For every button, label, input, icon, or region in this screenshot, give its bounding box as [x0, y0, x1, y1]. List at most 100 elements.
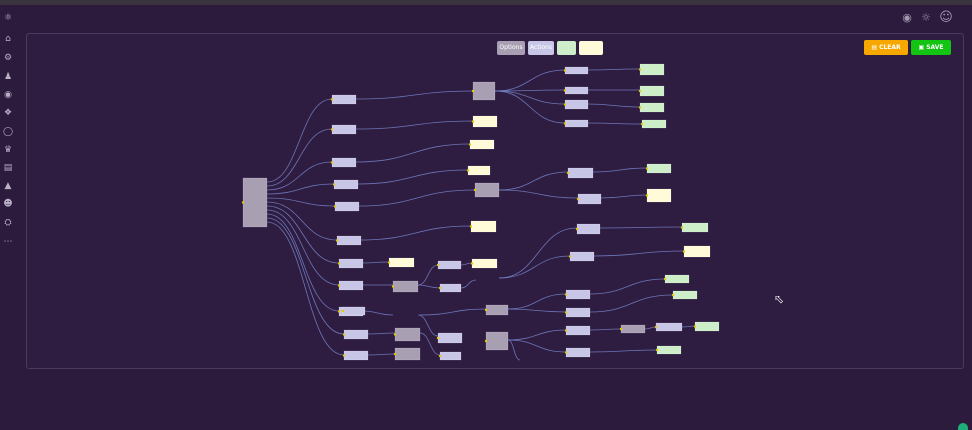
node-handle[interactable] — [663, 277, 667, 281]
action-node[interactable] — [331, 157, 357, 168]
node-handle[interactable] — [471, 120, 475, 123]
action-node[interactable] — [577, 193, 602, 205]
option-node[interactable] — [620, 324, 646, 334]
action-node[interactable] — [565, 325, 591, 336]
action-node[interactable] — [655, 322, 683, 332]
action-node[interactable] — [569, 251, 595, 262]
node-handle[interactable] — [563, 122, 567, 125]
node-handle[interactable] — [568, 255, 572, 258]
action-node[interactable] — [343, 350, 369, 361]
action-node[interactable] — [439, 351, 462, 361]
node-handle[interactable] — [655, 348, 659, 352]
message-node[interactable] — [683, 245, 711, 258]
node-handle[interactable] — [484, 339, 488, 343]
assistant-badge[interactable] — [958, 423, 968, 430]
result-node[interactable] — [646, 163, 672, 174]
node-handle[interactable] — [468, 143, 472, 146]
option-node[interactable] — [474, 182, 500, 198]
action-node[interactable] — [338, 280, 364, 291]
node-handle[interactable] — [330, 98, 334, 101]
node-handle[interactable] — [469, 225, 473, 228]
node-handle[interactable] — [470, 262, 474, 265]
node-handle[interactable] — [563, 69, 567, 72]
node-handle[interactable] — [341, 309, 345, 313]
node-handle[interactable] — [680, 226, 684, 229]
node-handle[interactable] — [575, 227, 579, 231]
node-handle[interactable] — [333, 205, 337, 208]
action-node[interactable] — [565, 347, 591, 358]
node-handle[interactable] — [330, 161, 334, 164]
root-node[interactable] — [242, 177, 268, 228]
message-node[interactable] — [472, 115, 498, 128]
option-node[interactable] — [392, 280, 419, 293]
node-handle[interactable] — [241, 201, 245, 204]
result-node[interactable] — [681, 222, 709, 233]
node-handle[interactable] — [337, 310, 341, 313]
action-node[interactable] — [437, 260, 462, 270]
node-handle[interactable] — [566, 171, 570, 175]
node-handle[interactable] — [564, 311, 568, 314]
node-handle[interactable] — [387, 261, 391, 264]
action-node[interactable] — [576, 223, 601, 235]
node-handle[interactable] — [619, 327, 623, 331]
node-handle[interactable] — [391, 285, 395, 288]
node-handle[interactable] — [436, 336, 440, 340]
action-node[interactable] — [567, 167, 594, 179]
result-node[interactable] — [639, 102, 665, 113]
node-handle[interactable] — [466, 169, 470, 172]
node-handle[interactable] — [638, 106, 642, 109]
action-node[interactable] — [565, 307, 591, 318]
node-handle[interactable] — [645, 167, 649, 170]
node-handle[interactable] — [342, 354, 346, 357]
message-node[interactable] — [470, 220, 497, 233]
action-node[interactable] — [331, 124, 357, 135]
action-node[interactable] — [333, 179, 359, 190]
node-handle[interactable] — [654, 325, 658, 329]
node-handle[interactable] — [563, 103, 567, 106]
result-node[interactable] — [656, 345, 682, 355]
action-node[interactable] — [331, 94, 357, 105]
action-node[interactable] — [334, 201, 360, 212]
option-node[interactable] — [485, 304, 509, 316]
node-handle[interactable] — [645, 194, 649, 197]
node-handle[interactable] — [393, 352, 397, 356]
option-node[interactable] — [394, 327, 421, 342]
message-node[interactable] — [469, 139, 495, 150]
node-handle[interactable] — [564, 351, 568, 354]
action-node[interactable] — [343, 329, 369, 340]
message-node[interactable] — [388, 257, 415, 268]
node-handle[interactable] — [337, 284, 341, 287]
node-handle[interactable] — [484, 308, 488, 312]
result-node[interactable] — [639, 85, 665, 97]
node-handle[interactable] — [337, 262, 341, 265]
result-node[interactable] — [664, 274, 690, 284]
option-node[interactable] — [472, 81, 496, 101]
node-handle[interactable] — [471, 89, 475, 93]
result-node[interactable] — [639, 63, 665, 76]
node-handle[interactable] — [438, 286, 442, 290]
message-node[interactable] — [467, 165, 491, 176]
result-node[interactable] — [694, 321, 720, 332]
result-node[interactable] — [672, 290, 698, 300]
action-node[interactable] — [336, 235, 362, 246]
node-handle[interactable] — [330, 128, 334, 131]
node-handle[interactable] — [563, 89, 567, 92]
node-handle[interactable] — [473, 188, 477, 192]
node-handle[interactable] — [671, 293, 675, 297]
action-node[interactable] — [437, 332, 463, 344]
node-handle[interactable] — [564, 329, 568, 332]
action-node[interactable] — [564, 99, 589, 110]
message-node[interactable] — [646, 188, 672, 203]
node-handle[interactable] — [640, 122, 644, 126]
node-handle[interactable] — [638, 68, 642, 71]
action-node[interactable] — [564, 86, 589, 95]
action-node[interactable] — [342, 306, 366, 316]
node-handle[interactable] — [332, 183, 336, 186]
node-handle[interactable] — [638, 89, 642, 93]
node-handle[interactable] — [682, 250, 686, 253]
node-handle[interactable] — [564, 293, 568, 296]
action-node[interactable] — [338, 258, 364, 269]
message-node[interactable] — [471, 258, 498, 269]
node-handle[interactable] — [576, 197, 580, 201]
result-node[interactable] — [641, 119, 667, 129]
